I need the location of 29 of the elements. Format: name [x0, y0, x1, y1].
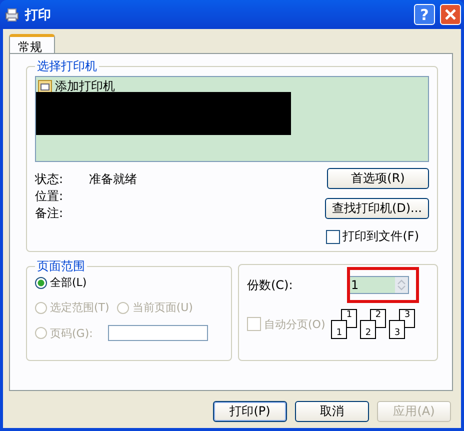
group-title: 页面范围	[36, 258, 86, 275]
page-stack-drawing: 1 1	[331, 309, 358, 339]
page-stack-drawing: 3 3	[389, 309, 416, 339]
status-label: 状态:	[35, 171, 64, 187]
copies-label: 份数(C):	[247, 276, 293, 294]
status-label: 备注:	[35, 205, 64, 221]
page-stack-drawing: 2 2	[360, 309, 386, 339]
group-title: 选择打印机	[36, 58, 98, 75]
highlight-frame	[347, 267, 419, 303]
add-printer-icon	[38, 80, 52, 94]
dialog-button[interactable]: 打印(P)	[213, 401, 287, 422]
radio-label[interactable]: 全部(L)	[50, 275, 87, 290]
printer-list[interactable]: 添加打印机	[35, 76, 429, 162]
window-title: 打印	[25, 6, 51, 24]
checkbox-label[interactable]: 打印到文件(F)	[342, 228, 419, 245]
printer-icon	[4, 6, 20, 22]
status-value: 准备就绪	[89, 171, 137, 187]
dialog-button[interactable]: 查找打印机(D)...	[324, 198, 429, 219]
checkbox[interactable]	[326, 230, 340, 244]
dialog-button[interactable]: 取消	[295, 401, 369, 422]
status-label: 位置:	[35, 188, 64, 204]
close-icon	[445, 9, 456, 20]
printer-item[interactable]: 添加打印机	[55, 78, 115, 95]
tab[interactable]: 常规	[9, 34, 55, 53]
copies-spinner[interactable]: 1	[347, 276, 409, 294]
radio-button[interactable]	[35, 276, 47, 288]
help-button[interactable]: ?	[414, 4, 435, 25]
dialog-button[interactable]: 首选项(R)	[327, 168, 429, 189]
close-button[interactable]	[440, 4, 461, 25]
